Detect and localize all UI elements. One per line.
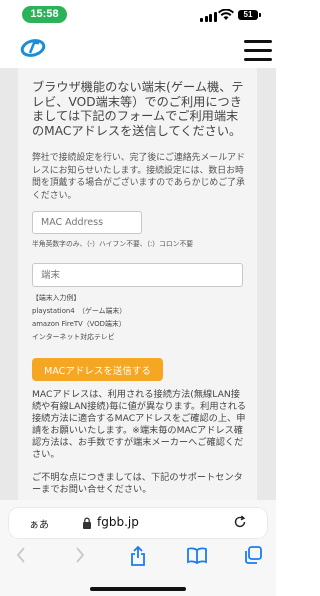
send-mac-button[interactable]: MACアドレスを送信する [32, 358, 163, 381]
battery-icon: 51 [238, 10, 258, 20]
example-item: amazon FireTV（VOD端末） [32, 320, 126, 328]
bookmarks-icon[interactable] [186, 545, 208, 565]
device-input[interactable] [32, 263, 243, 287]
contact-text: ご不明な点につきましては、下記のサポートセンターまでお問い合せください。 [32, 472, 243, 496]
signal-icon [200, 12, 217, 22]
lock-icon [83, 517, 91, 529]
mac-address-input[interactable] [32, 211, 142, 234]
explanation-block: MACアドレスは、利用される接続方法(無線LAN接続や有線LAN接続)毎に値が異… [32, 389, 247, 496]
browser-toolbar [0, 545, 276, 570]
back-icon[interactable] [15, 545, 27, 565]
site-header [0, 28, 276, 68]
url-text[interactable]: fgbb.jp [97, 515, 139, 529]
tabs-icon[interactable] [243, 545, 263, 565]
mac-explanation-text: MACアドレスは、利用される接続方法(無線LAN接続や有線LAN接続)毎に値が異… [32, 389, 247, 460]
notice-text: 弊社で接続設定を行い、完了後にご連絡先メールアドレスにお知らせいたします。接続設… [32, 153, 245, 201]
wifi-icon [218, 9, 234, 20]
mac-address-hint: 半角英数字のみ、（-）ハイフン不要、（:）コロン不要 [32, 240, 194, 248]
share-icon[interactable] [129, 545, 147, 567]
device-examples: 【端末入力例】 playstation4 （ゲーム端末） amazon Fire… [32, 292, 126, 344]
home-indicator[interactable] [90, 587, 186, 591]
reload-icon[interactable] [233, 515, 247, 529]
page-settings-button[interactable]: ぁあ [29, 516, 49, 531]
status-time: 15:58 [22, 6, 67, 23]
hamburger-icon[interactable] [244, 40, 272, 62]
forward-icon[interactable] [74, 545, 86, 565]
fgbb-logo-icon[interactable] [20, 38, 46, 58]
example-item: インターネット対応テレビ [32, 333, 115, 341]
status-bar: 15:58 51 [0, 0, 276, 28]
example-item: playstation4 （ゲーム端末） [32, 307, 127, 315]
intro-text: ブラウザ機能のない端末(ゲーム機、テレビ、VOD端末等）でのご利用につきましては… [32, 80, 244, 138]
examples-title: 【端末入力例】 [32, 294, 81, 302]
battery-tip [259, 13, 261, 17]
